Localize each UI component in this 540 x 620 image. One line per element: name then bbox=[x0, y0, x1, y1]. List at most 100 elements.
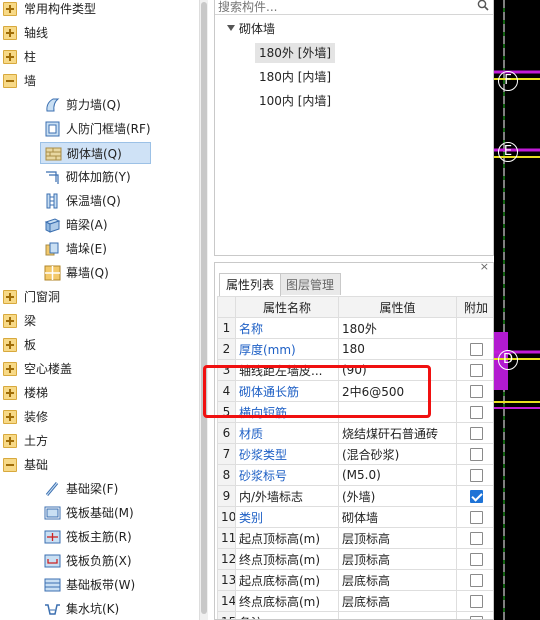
expand-icon[interactable] bbox=[3, 338, 17, 352]
attach-checkbox[interactable] bbox=[469, 469, 483, 482]
tree-child-item[interactable]: 集水坑(K) bbox=[40, 598, 190, 620]
property-row[interactable]: 3 轴线距左墙皮... (90) bbox=[217, 359, 493, 381]
tree-child-item[interactable]: 基础板带(W) bbox=[40, 574, 190, 596]
property-value[interactable]: (混合砂浆) bbox=[338, 443, 457, 465]
property-name: 厚度(mm) bbox=[235, 338, 339, 360]
search-input[interactable] bbox=[215, 0, 493, 15]
tree-child-item[interactable]: 筏板基础(M) bbox=[40, 502, 190, 524]
tree-scrollbar-thumb[interactable] bbox=[201, 2, 207, 614]
attach-checkbox[interactable] bbox=[469, 427, 483, 440]
expand-icon[interactable] bbox=[3, 362, 17, 376]
tree-node[interactable]: 土方 bbox=[0, 430, 196, 452]
component-list-item[interactable]: 180外 [外墙] bbox=[255, 43, 336, 63]
tree-node[interactable]: 楼梯 bbox=[0, 382, 196, 404]
property-value[interactable]: 2中6@500 bbox=[338, 380, 457, 402]
collapse-icon[interactable] bbox=[3, 74, 17, 88]
property-row[interactable]: 15备注 bbox=[217, 611, 493, 619]
property-value[interactable]: 180外 bbox=[338, 317, 457, 339]
collapse-icon[interactable] bbox=[3, 458, 17, 472]
close-icon[interactable]: × bbox=[480, 263, 489, 273]
property-row[interactable]: 8 砂浆标号 (M5.0) bbox=[217, 464, 493, 486]
tree-child-item[interactable]: 保温墙(Q) bbox=[40, 190, 190, 212]
attach-checkbox[interactable] bbox=[469, 511, 483, 524]
property-row[interactable]: 2 厚度(mm) 180 bbox=[217, 338, 493, 360]
property-value[interactable]: 烧结煤矸石普通砖 bbox=[338, 422, 457, 444]
property-row[interactable]: 6 材质 烧结煤矸石普通砖 bbox=[217, 422, 493, 444]
tree-child-item[interactable]: 基础梁(F) bbox=[40, 478, 190, 500]
drawing-canvas[interactable]: F E D bbox=[494, 0, 540, 620]
tree-node[interactable]: 墙 bbox=[0, 70, 196, 92]
attach-cell bbox=[456, 464, 493, 486]
property-row[interactable]: 14 终点底标高(m) 层底标高 bbox=[217, 590, 493, 612]
tree-child-label: 筏板基础(M) bbox=[66, 506, 134, 520]
property-value[interactable]: 层顶标高 bbox=[338, 548, 457, 570]
expand-icon[interactable] bbox=[3, 26, 17, 40]
expand-icon[interactable] bbox=[3, 290, 17, 304]
property-value[interactable]: 层底标高 bbox=[338, 569, 457, 591]
tree-node[interactable]: 梁 bbox=[0, 310, 196, 332]
property-value[interactable]: 砌体墙 bbox=[338, 506, 457, 528]
property-row[interactable]: 7 砂浆类型 (混合砂浆) bbox=[217, 443, 493, 465]
attach-checkbox[interactable] bbox=[469, 343, 483, 356]
wall-pier-icon bbox=[44, 241, 61, 257]
attach-checkbox[interactable] bbox=[469, 574, 483, 587]
attach-checkbox[interactable] bbox=[469, 364, 483, 377]
property-value[interactable]: (外墙) bbox=[338, 485, 457, 507]
property-row[interactable]: 4 砌体通长筋 2中6@500 bbox=[217, 380, 493, 402]
attach-checkbox[interactable] bbox=[469, 448, 483, 461]
expand-icon[interactable] bbox=[3, 434, 17, 448]
expand-icon[interactable] bbox=[3, 50, 17, 64]
tab-property-list[interactable]: 属性列表 bbox=[219, 273, 282, 296]
tree-node[interactable]: 装修 bbox=[0, 406, 196, 428]
property-row[interactable]: 10 类别 砌体墙 bbox=[217, 506, 493, 528]
property-value[interactable] bbox=[338, 611, 457, 619]
property-value[interactable]: 层底标高 bbox=[338, 590, 457, 612]
tree-node[interactable]: 基础 bbox=[0, 454, 196, 476]
tree-node[interactable]: 柱 bbox=[0, 46, 196, 68]
tree-node[interactable]: 轴线 bbox=[0, 22, 196, 44]
tree-child-item[interactable]: 筏板负筋(X) bbox=[40, 550, 190, 572]
expand-icon[interactable] bbox=[3, 2, 17, 16]
attach-checkbox[interactable] bbox=[469, 616, 483, 619]
property-row[interactable]: 11 起点顶标高(m) 层顶标高 bbox=[217, 527, 493, 549]
attach-checkbox[interactable] bbox=[469, 553, 483, 566]
tree-node[interactable]: 常用构件类型 bbox=[0, 0, 196, 20]
tree-child-item[interactable]: 砌体加筋(Y) bbox=[40, 166, 190, 188]
tree-scrollbar[interactable] bbox=[199, 0, 208, 620]
property-row[interactable]: 13 起点底标高(m) 层底标高 bbox=[217, 569, 493, 591]
tree-node[interactable]: 板 bbox=[0, 334, 196, 356]
attach-checkbox[interactable] bbox=[469, 385, 483, 398]
tree-child-item[interactable]: 幕墙(Q) bbox=[40, 262, 190, 284]
tree-node[interactable]: 门窗洞 bbox=[0, 286, 196, 308]
tree-child-item[interactable]: 剪力墙(Q) bbox=[40, 94, 190, 116]
property-row[interactable]: 5 横向短筋 bbox=[217, 401, 493, 423]
property-row[interactable]: 12 终点顶标高(m) 层顶标高 bbox=[217, 548, 493, 570]
property-value[interactable]: (90) bbox=[338, 359, 457, 381]
attach-checkbox[interactable] bbox=[469, 490, 483, 503]
attach-checkbox[interactable] bbox=[469, 532, 483, 545]
property-value[interactable] bbox=[338, 401, 457, 423]
tree-child-item[interactable]: 墙垛(E) bbox=[40, 238, 190, 260]
component-list-item[interactable]: 100内 [内墙] bbox=[255, 91, 335, 111]
component-list-item[interactable]: 180内 [内墙] bbox=[255, 67, 335, 87]
tree-node-label: 柱 bbox=[24, 50, 37, 64]
tree-child-item[interactable]: 人防门框墙(RF) bbox=[40, 118, 190, 140]
property-value[interactable]: (M5.0) bbox=[338, 464, 457, 486]
row-number: 9 bbox=[217, 485, 236, 507]
property-row[interactable]: 1 名称 180外 bbox=[217, 317, 493, 339]
expand-icon[interactable] bbox=[3, 386, 17, 400]
tree-child-item[interactable]: 暗梁(A) bbox=[40, 214, 190, 236]
tree-child-item[interactable]: 筏板主筋(R) bbox=[40, 526, 190, 548]
property-row[interactable]: 9 内/外墙标志 (外墙) bbox=[217, 485, 493, 507]
expand-icon[interactable] bbox=[3, 314, 17, 328]
search-icon[interactable] bbox=[477, 0, 489, 11]
property-value[interactable]: 180 bbox=[338, 338, 457, 360]
tab-layer-management[interactable]: 图层管理 bbox=[279, 273, 342, 295]
tree-node[interactable]: 空心楼盖 bbox=[0, 358, 196, 380]
attach-checkbox[interactable] bbox=[469, 406, 483, 419]
property-value[interactable]: 层顶标高 bbox=[338, 527, 457, 549]
tree-child-item[interactable]: 砌体墙(Q) bbox=[40, 142, 151, 164]
expand-icon[interactable] bbox=[3, 410, 17, 424]
collapse-arrow-icon[interactable] bbox=[227, 25, 235, 31]
attach-checkbox[interactable] bbox=[469, 595, 483, 608]
